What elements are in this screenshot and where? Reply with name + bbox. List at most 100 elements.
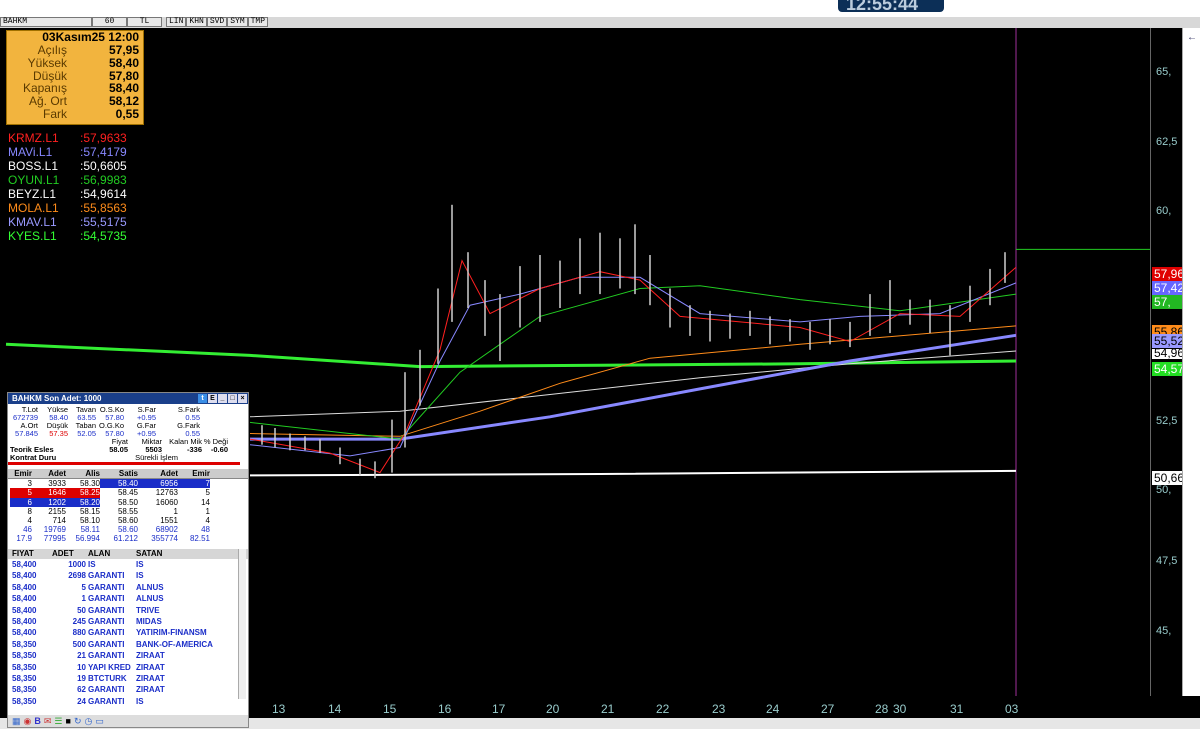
tmp-button[interactable]: TMP (247, 17, 269, 27)
chart-icon[interactable]: ◉ (24, 715, 32, 727)
restore-icon[interactable]: □ (228, 394, 237, 403)
price-tag-krmz: 57,96 (1152, 267, 1185, 281)
khn-button[interactable]: KHN (186, 17, 207, 27)
order-book: Emir Adet Alis Satis Adet Emir 3 3933 58.30 58.40… (8, 469, 248, 544)
order-book-header-cell: Adet (160, 469, 178, 478)
order-book-cell: 1 (205, 506, 210, 516)
order-book-cell: 1 (173, 506, 178, 516)
trade-row[interactable]: 58,350 19 BTCTURK ZIRAAT (8, 673, 248, 684)
boss-series (249, 469, 1017, 477)
order-book-cell: 58.25 (66, 488, 100, 498)
trade-cell: 58,350 (12, 639, 37, 649)
order-book-row[interactable]: 6 1202 58.20 58.50 16060 14 (8, 497, 248, 507)
trade-list-scrollbar[interactable] (238, 549, 246, 699)
lock-icon[interactable]: ■ (66, 715, 71, 727)
trade-cell: 58,350 (12, 651, 37, 661)
trade-row[interactable]: 58,400 880 GARANTI YATIRIM-FINANSM (8, 627, 248, 638)
trade-cell: 1 (81, 594, 86, 604)
order-book-cell: 7 (178, 479, 210, 489)
trade-cell: GARANTI (88, 685, 125, 695)
svd-button[interactable]: SVD (206, 17, 228, 27)
sym-button[interactable]: SYM (227, 17, 248, 27)
price-tag-boss: 50,66 (1152, 471, 1185, 485)
order-book-header-cell (210, 469, 234, 478)
order-book-cell: 56.994 (75, 534, 100, 544)
indicator-value: :57,9633 (80, 131, 127, 145)
indicator-value: :50,6605 (80, 159, 127, 173)
order-book-cell: 4 (27, 516, 32, 526)
price-tag-mavi: 57,42 (1152, 281, 1185, 295)
trade-cell: MIDAS (136, 617, 162, 627)
indicator-value: :55,8563 (80, 201, 127, 215)
trade-cell: ALNUS (136, 582, 164, 592)
y-tick: 65, (1156, 66, 1172, 78)
beyz-series (249, 350, 1017, 418)
order-book-cell: 58.15 (79, 506, 100, 516)
order-book-cell: 19769 (43, 525, 66, 535)
order-book-cell: 58.45 (117, 488, 138, 498)
trade-header-cell: ALAN (88, 549, 111, 558)
order-book-cell: 2155 (48, 506, 66, 516)
mail-icon[interactable]: ✉ (44, 715, 52, 727)
edit-icon[interactable]: E (208, 394, 217, 403)
trade-row[interactable]: 58,350 500 GARANTI BANK-OF-AMERICA (8, 639, 248, 650)
list-icon[interactable]: ☰ (54, 715, 62, 727)
trade-cell: 19 (77, 674, 86, 684)
order-book-row[interactable]: 46 19769 58.11 58.60 68902 48 (8, 525, 248, 534)
trade-row[interactable]: 58,400 5 GARANTI ALNUS (8, 582, 248, 593)
trade-row[interactable]: 58,350 24 GARANTI IS (8, 696, 248, 707)
symbol-field[interactable]: BAHKM (0, 17, 92, 27)
open-label: Açılış (37, 43, 67, 57)
stats-header-1: T.Lot Yükse Tavan O.S.Ko S.Far S.Fark (10, 406, 246, 414)
indicator-name: KYES.L1 (8, 229, 57, 243)
order-book-header-cell: Emir (14, 469, 32, 478)
twitter-icon[interactable]: t (198, 394, 207, 403)
period-field[interactable]: 60 (92, 17, 127, 27)
trade-cell: GARANTI (88, 639, 125, 649)
x-tick: 16 (438, 702, 452, 716)
right-tool-strip: ← (1182, 28, 1200, 696)
indicator-name: MOLA.L1 (8, 201, 59, 215)
book-icon[interactable]: ▭ (95, 715, 104, 727)
trade-row[interactable]: 58,350 10 YAPI KRED ZIRAAT (8, 662, 248, 673)
trade-row[interactable]: 58,400 2698 GARANTI IS (8, 570, 248, 581)
trade-cell: 58,400 (12, 560, 37, 569)
trade-cell: YATIRIM-FINANSM (136, 628, 207, 638)
trade-cell: GARANTI (88, 594, 125, 604)
order-book-cell: 58.60 (117, 516, 138, 526)
trade-header-cell: FIYAT (12, 549, 34, 558)
depth-panel[interactable]: BAHKM Son Adet: 1000 t E _ □ × T.Lot Yüks… (7, 392, 249, 728)
stats-values-1: 672739 58.40 63.55 57.80 +0.95 0.55 (10, 414, 246, 422)
trade-row[interactable]: 58,400 245 GARANTI MIDAS (8, 616, 248, 627)
trade-row[interactable]: 58,350 21 GARANTI ZIRAAT (8, 650, 248, 661)
x-tick: 22 (656, 702, 670, 716)
y-tick: 60, (1156, 205, 1172, 217)
trade-row[interactable]: 58,400 50 GARANTI TRIVE (8, 605, 248, 616)
lin-button[interactable]: LIN (166, 17, 187, 27)
close-icon[interactable]: × (238, 394, 247, 403)
grid-icon[interactable]: ▦ (12, 715, 21, 727)
refresh-icon[interactable]: ↻ (74, 715, 82, 727)
window-title-bar (0, 0, 1200, 17)
bold-icon[interactable]: B (34, 715, 41, 727)
indicator-name: KMAV.L1 (8, 215, 57, 229)
trade-row[interactable]: 58,400 1 GARANTI ALNUS (8, 593, 248, 604)
currency-field[interactable]: TL (127, 17, 162, 27)
ohlc-info-box: 03Kasım25 12:00 Açılış 57,95 Yüksek 58,40 … (6, 30, 144, 125)
order-book-cell: 58.20 (66, 497, 100, 507)
arrow-left-icon[interactable]: ← (1185, 32, 1199, 43)
order-book-row[interactable]: 8 2155 58.15 58.55 1 1 (8, 507, 248, 516)
order-book-row[interactable]: 5 1646 58.25 58.45 12763 5 (8, 488, 248, 498)
depth-panel-title-bar[interactable]: BAHKM Son Adet: 1000 t E _ □ × (8, 393, 248, 404)
price-axis: 65, 62,5 60, 52,5 50, 47,5 45, 57,96 57,… (1150, 28, 1185, 696)
trade-row[interactable]: 58,400 1000 IS IS (8, 559, 248, 570)
order-book-cell: 5 (205, 488, 210, 498)
trade-cell: 58,350 (12, 696, 37, 706)
order-book-row[interactable]: 4 714 58.10 58.60 1551 4 (8, 516, 248, 525)
trade-cell: 58,350 (12, 685, 37, 695)
order-book-row[interactable]: 3 3933 58.30 58.40 6956 7 (8, 479, 248, 489)
trade-row[interactable]: 58,350 62 GARANTI ZIRAAT (8, 684, 248, 695)
order-book-row[interactable]: 17.9 77995 56.994 61.212 355774 82.51 (8, 534, 248, 543)
minimize-icon[interactable]: _ (218, 394, 227, 403)
clock-icon[interactable]: ◷ (84, 715, 92, 727)
